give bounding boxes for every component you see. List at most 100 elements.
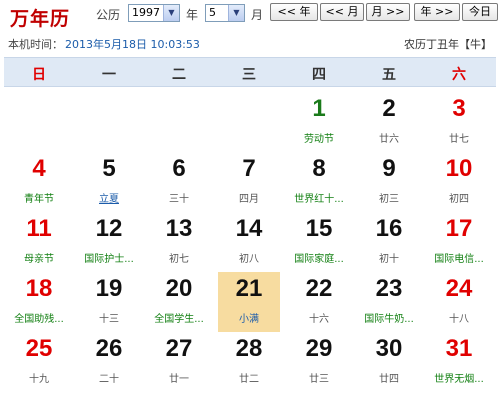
day-lunar-label: 青年节 — [24, 194, 54, 205]
day-number: 22 — [305, 275, 333, 302]
toolbar: 万年历 公历 1997 ▼ 年 5 ▼ 月 << 年 << 月 月 >> 年 >… — [0, 0, 500, 30]
day-number: 10 — [445, 155, 473, 182]
day-number: 15 — [305, 215, 333, 242]
app-logo: 万年历 — [10, 8, 71, 30]
day-lunar-label: 国际牛奶... — [364, 314, 414, 325]
day-number: 25 — [25, 335, 53, 362]
day-lunar-label: 十六 — [309, 314, 329, 325]
day-number: 8 — [312, 155, 326, 182]
next-year-button[interactable]: 年 >> — [414, 3, 460, 21]
local-time-label: 本机时间： — [8, 38, 63, 51]
day-cell[interactable]: 7 四月 — [218, 152, 280, 212]
day-cell[interactable]: 22 十六 — [288, 272, 350, 332]
day-number: 14 — [235, 215, 263, 242]
day-lunar-label: 初三 — [379, 194, 399, 205]
prev-month-button[interactable]: << 月 — [320, 3, 364, 21]
day-lunar-label: 四月 — [239, 194, 259, 205]
day-number: 11 — [26, 215, 52, 242]
day-cell[interactable]: 28 廿二 — [218, 332, 280, 392]
day-cell[interactable]: 5 立夏 — [78, 152, 140, 212]
day-cell[interactable]: 3 廿七 — [428, 92, 490, 152]
day-cell[interactable]: 13 初七 — [148, 212, 210, 272]
day-cell[interactable]: 23 国际牛奶... — [358, 272, 420, 332]
day-number: 12 — [95, 215, 123, 242]
day-cell[interactable]: 8 世界红十... — [288, 152, 350, 212]
day-number: 1 — [312, 95, 326, 122]
day-number: 3 — [452, 95, 466, 122]
day-lunar-label: 廿七 — [449, 134, 469, 145]
day-cell[interactable]: 29 廿三 — [288, 332, 350, 392]
local-time-value: 2013年5月18日 10:03:53 — [65, 38, 200, 51]
day-lunar-label: 十八 — [449, 314, 469, 325]
day-lunar-label: 国际护士... — [84, 254, 134, 265]
day-cell[interactable]: 19 十三 — [78, 272, 140, 332]
day-cell-today[interactable]: 21 小满 — [218, 272, 280, 332]
day-cell[interactable]: 30 廿四 — [358, 332, 420, 392]
day-cell[interactable]: 6 三十 — [148, 152, 210, 212]
calendar-type-label: 公历 — [96, 8, 121, 22]
day-number: 19 — [95, 275, 123, 302]
day-number: 20 — [165, 275, 193, 302]
day-cell[interactable]: 10 初四 — [428, 152, 490, 212]
weekday-monday: 一 — [102, 67, 116, 83]
day-cell[interactable]: 25 十九 — [8, 332, 70, 392]
day-lunar-label: 十三 — [99, 314, 119, 325]
day-cell[interactable]: 11 母亲节 — [8, 212, 70, 272]
day-lunar-label: 廿六 — [379, 134, 399, 145]
day-lunar-label: 廿四 — [379, 374, 399, 385]
day-cell[interactable]: 26 二十 — [78, 332, 140, 392]
day-lunar-label: 全国学生... — [154, 314, 204, 325]
day-cell[interactable]: 14 初八 — [218, 212, 280, 272]
day-cell[interactable]: 1 劳动节 — [288, 92, 350, 152]
day-cell[interactable]: 15 国际家庭... — [288, 212, 350, 272]
day-lunar-label: 世界无烟... — [434, 374, 484, 385]
weekday-tuesday: 二 — [172, 67, 186, 83]
day-lunar-label: 国际家庭... — [294, 254, 344, 265]
day-lunar-label: 全国助残... — [14, 314, 64, 325]
day-number: 28 — [235, 335, 263, 362]
day-lunar-label: 初十 — [379, 254, 399, 265]
lunar-year-label: 农历丁丑年【牛】 — [404, 38, 492, 51]
year-label: 年 — [186, 8, 199, 22]
day-number: 16 — [375, 215, 403, 242]
day-cell[interactable]: 24 十八 — [428, 272, 490, 332]
day-cell[interactable]: 17 国际电信... — [428, 212, 490, 272]
next-month-button[interactable]: 月 >> — [366, 3, 410, 21]
chevron-down-icon[interactable]: ▼ — [228, 5, 244, 21]
weekday-saturday: 六 — [452, 67, 466, 83]
day-lunar-label: 廿三 — [309, 374, 329, 385]
chevron-down-icon[interactable]: ▼ — [163, 5, 179, 21]
today-button[interactable]: 今日 — [462, 3, 498, 21]
day-lunar-label: 三十 — [169, 194, 189, 205]
day-lunar-label: 初四 — [449, 194, 469, 205]
day-cell[interactable]: 18 全国助残... — [8, 272, 70, 332]
day-cell[interactable]: 9 初三 — [358, 152, 420, 212]
day-lunar-label: 二十 — [99, 374, 119, 385]
day-number: 29 — [305, 335, 333, 362]
weekday-sunday: 日 — [32, 67, 46, 83]
day-cell[interactable]: 2 廿六 — [358, 92, 420, 152]
day-number: 21 — [235, 275, 263, 302]
day-number: 24 — [445, 275, 473, 302]
day-lunar-label: 世界红十... — [294, 194, 344, 205]
prev-year-button[interactable]: << 年 — [270, 3, 318, 21]
day-lunar-label[interactable]: 立夏 — [78, 190, 140, 205]
day-lunar-label: 劳动节 — [304, 134, 334, 145]
day-cell[interactable]: 4 青年节 — [8, 152, 70, 212]
day-cell[interactable]: 20 全国学生... — [148, 272, 210, 332]
day-cell[interactable]: 12 国际护士... — [78, 212, 140, 272]
year-select[interactable]: 1997 ▼ — [128, 4, 180, 22]
day-number: 31 — [445, 335, 473, 362]
day-lunar-label: 母亲节 — [24, 254, 54, 265]
day-number: 2 — [382, 95, 396, 122]
day-number: 6 — [172, 155, 186, 182]
day-cell[interactable]: 31 世界无烟... — [428, 332, 490, 392]
day-cell[interactable]: 16 初十 — [358, 212, 420, 272]
day-cell[interactable]: 27 廿一 — [148, 332, 210, 392]
day-number: 18 — [25, 275, 53, 302]
weekday-thursday: 四 — [312, 67, 326, 83]
status-bar: 本机时间： 2013年5月18日 10:03:53 农历丁丑年【牛】 — [0, 34, 500, 51]
day-number: 7 — [242, 155, 256, 182]
day-number: 5 — [102, 155, 116, 182]
month-select[interactable]: 5 ▼ — [205, 4, 245, 22]
